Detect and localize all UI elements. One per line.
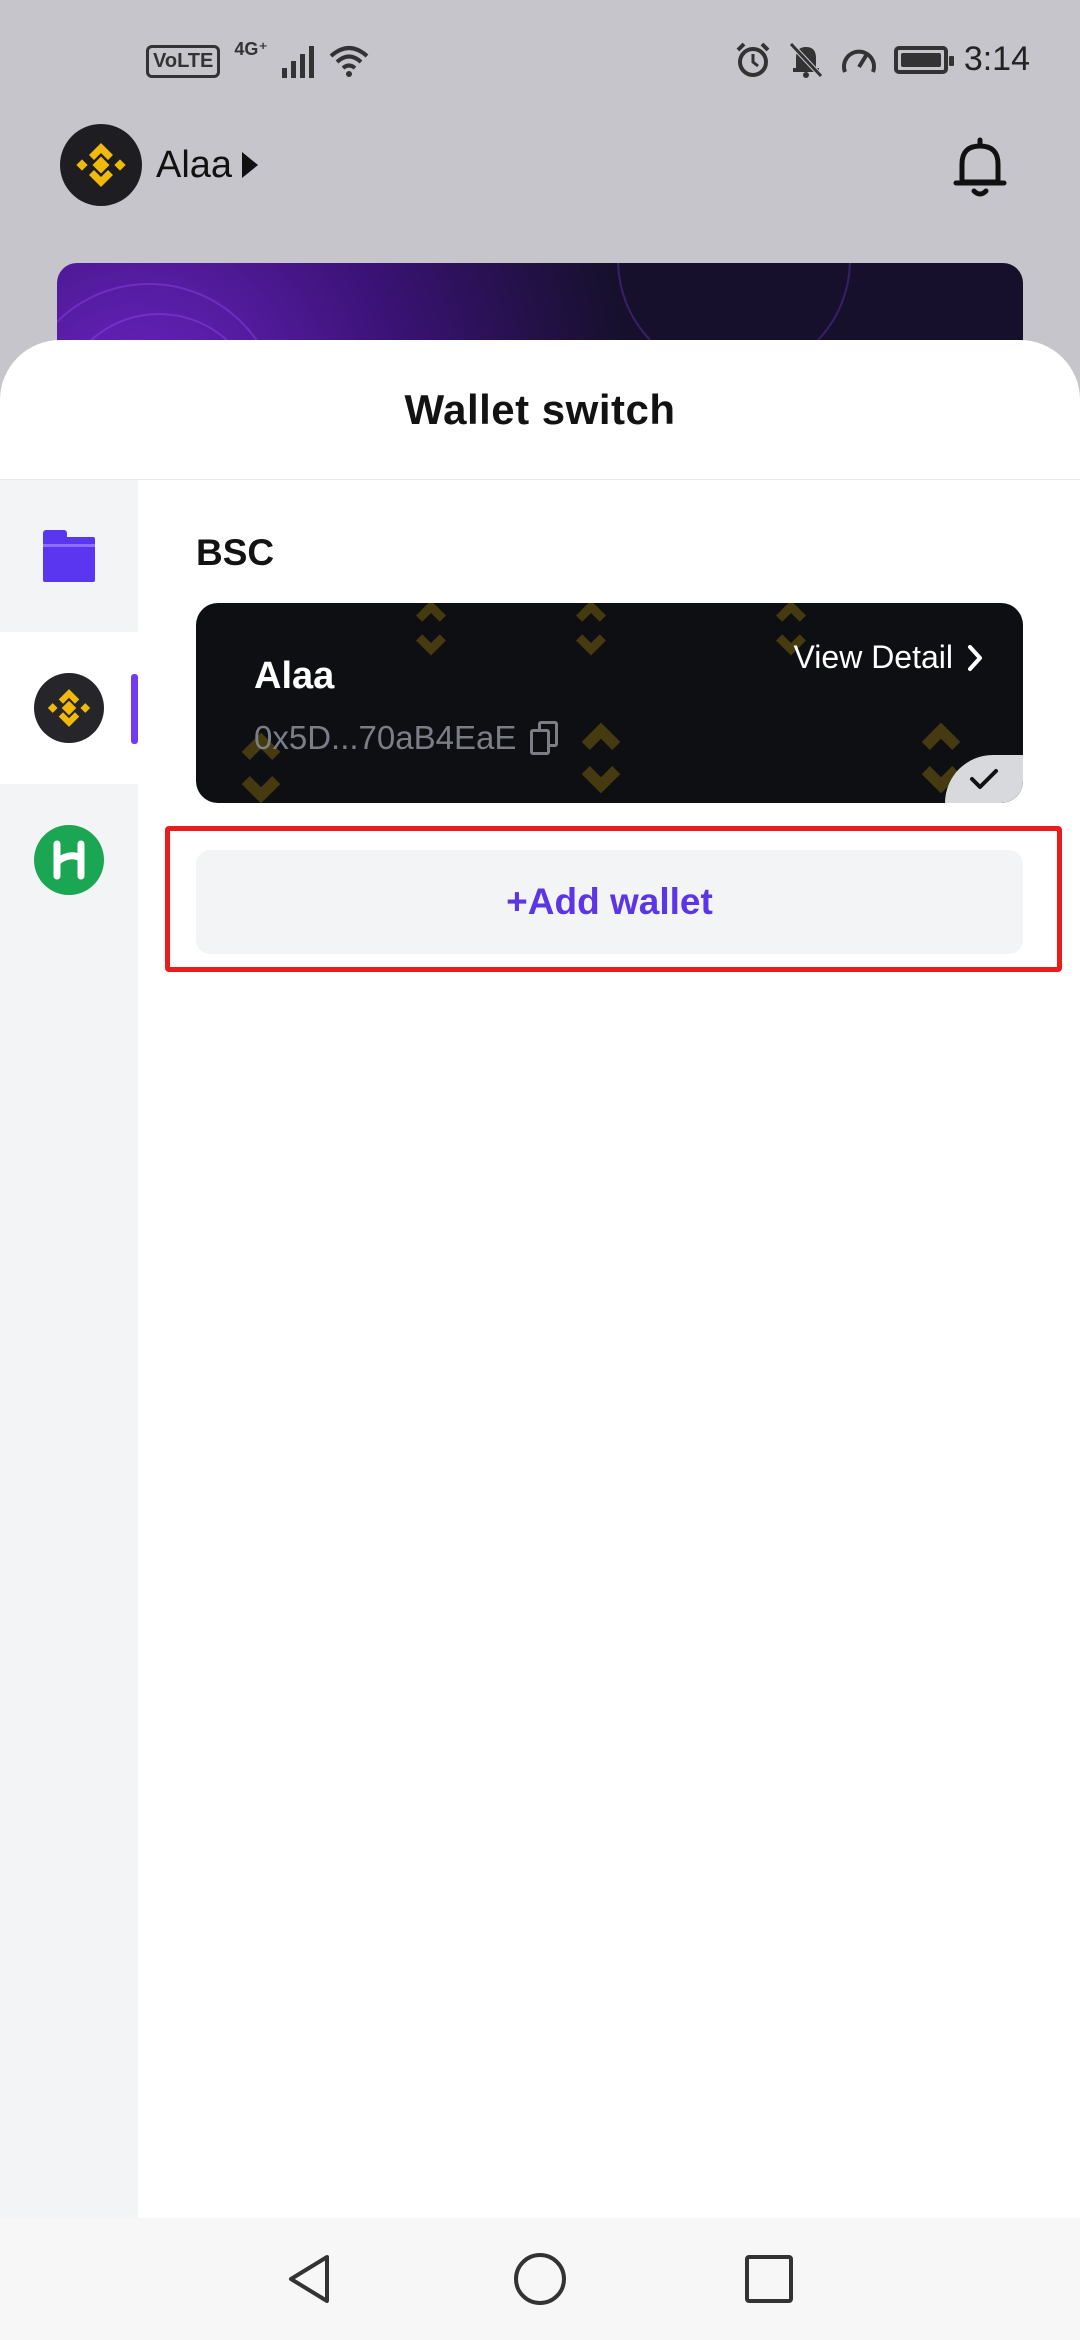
status-right: 3:14 <box>734 40 1030 79</box>
wallet-name: Alaa <box>254 655 335 697</box>
home-button[interactable] <box>507 2246 573 2312</box>
active-indicator <box>131 674 138 744</box>
alarm-icon <box>736 42 770 77</box>
speed-icon <box>841 49 876 73</box>
status-bar: VoLTE 4G⁺ 3:14 <box>0 0 1080 130</box>
home-icon <box>514 2253 566 2305</box>
account-name: Alaa <box>156 143 233 186</box>
wifi-icon <box>329 46 369 77</box>
status-left: VoLTE 4G⁺ <box>146 39 370 78</box>
copy-icon[interactable] <box>530 721 560 755</box>
signal-icon <box>281 44 314 78</box>
sheet-title: Wallet switch <box>404 386 676 433</box>
account-header[interactable]: Alaa <box>60 124 259 206</box>
watermark-icon <box>581 722 621 794</box>
recents-button[interactable] <box>736 2246 802 2312</box>
battery-icon <box>893 45 954 74</box>
bell-icon[interactable] <box>950 136 1010 200</box>
wallet-card[interactable]: Alaa 0x5D...70aB4EaE View Detail <box>196 603 1023 803</box>
wallet-address-row: 0x5D...70aB4EaE <box>254 719 560 757</box>
section-label: BSC <box>196 532 275 573</box>
system-nav-bar <box>0 2218 1080 2340</box>
volte-indicator: VoLTE <box>146 44 221 78</box>
back-icon <box>289 2255 329 2303</box>
wallet-switch-sheet: Wallet switch BSC Alaa 0x5D...70aB4EaE V… <box>0 340 1080 2218</box>
recents-icon <box>745 2255 793 2303</box>
chain-item-heco[interactable] <box>0 784 138 936</box>
wallet-address: 0x5D...70aB4EaE <box>254 719 517 756</box>
chain-rail <box>0 480 138 2218</box>
add-wallet-button[interactable]: +Add wallet <box>196 850 1023 954</box>
check-icon <box>970 769 998 789</box>
network-type: 4G⁺ <box>234 38 268 59</box>
heco-logo-icon <box>34 825 104 895</box>
view-detail-label: View Detail <box>793 639 953 675</box>
caret-right-icon <box>242 152 259 178</box>
watermark-icon <box>416 603 446 656</box>
chain-item-all-wallets[interactable] <box>0 480 138 632</box>
back-button[interactable] <box>276 2246 342 2312</box>
chain-item-bsc[interactable] <box>0 632 138 784</box>
folder-icon <box>43 530 95 582</box>
bnb-logo-icon <box>60 124 142 206</box>
view-detail-link[interactable]: View Detail <box>794 639 983 676</box>
watermark-icon <box>576 603 606 656</box>
chevron-right-icon <box>968 644 982 671</box>
divider <box>0 479 1080 480</box>
bnb-logo-icon <box>34 673 104 743</box>
mute-icon <box>788 41 823 78</box>
status-time: 3:14 <box>963 40 1030 78</box>
